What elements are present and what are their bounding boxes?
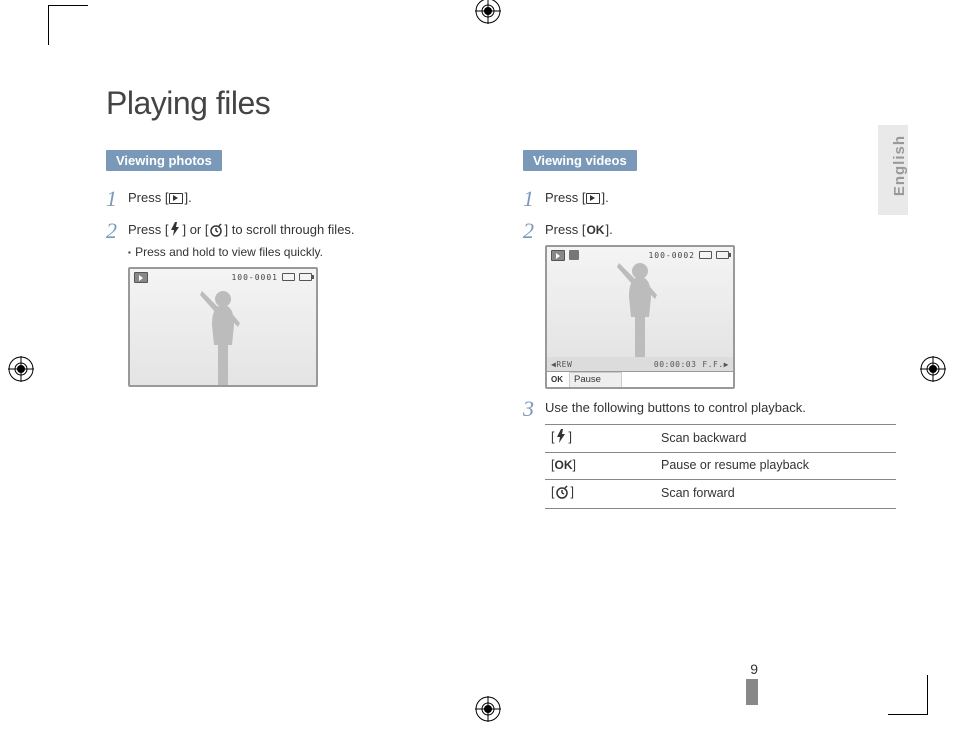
step-text: Press []. (128, 187, 479, 211)
page-content: Playing files Viewing photos 1 Press [].… (106, 85, 896, 517)
step-subtext: Press and hold to view files quickly. (128, 244, 479, 261)
control-icon-cell: [] (545, 479, 655, 509)
page-title: Playing files (106, 85, 896, 122)
time-counter: 00:00:03 (654, 359, 697, 370)
ok-label: OK (551, 374, 563, 385)
ff-arrow-icon: ▶ (724, 359, 729, 370)
movie-icon (569, 250, 579, 260)
step-number: 1 (523, 187, 545, 211)
rew-label: REW (556, 359, 572, 370)
step-number: 1 (106, 187, 128, 211)
photo-screen-mockup: 100-0001 (128, 267, 318, 387)
storage-icon (699, 251, 712, 259)
control-desc: Scan backward (655, 424, 896, 453)
photos-header: Viewing photos (106, 150, 222, 171)
control-icon-cell: [OK] (545, 453, 655, 480)
step-number: 2 (106, 219, 128, 387)
step-number: 3 (523, 397, 545, 509)
control-desc: Pause or resume playback (655, 453, 896, 480)
registration-mark-bottom (475, 696, 501, 722)
video-screen-mockup: 100-0002 (545, 245, 735, 389)
person-silhouette-icon (188, 285, 258, 385)
videos-header: Viewing videos (523, 150, 637, 171)
control-icon-cell: [] (545, 424, 655, 453)
control-desc: Scan forward (655, 479, 896, 509)
file-counter: 100-0001 (231, 272, 278, 283)
registration-mark-top (475, 0, 501, 24)
battery-icon (299, 273, 312, 281)
playback-icon (169, 193, 183, 204)
flash-icon (169, 222, 181, 241)
storage-icon (282, 273, 295, 281)
step-text: Press []. (545, 187, 896, 211)
playback-icon (586, 193, 600, 204)
manual-page: English Playing files Viewing photos 1 P… (48, 5, 928, 715)
mode-play-icon (134, 272, 148, 283)
flash-icon (555, 429, 567, 449)
step-text: Press [] or [] to scroll through files. … (128, 219, 479, 387)
mode-play-icon (551, 250, 565, 261)
page-number: 9 (750, 661, 758, 677)
table-row: [OK] Pause or resume playback (545, 453, 896, 480)
timer-icon (209, 223, 223, 242)
step-text: Use the following buttons to control pla… (545, 397, 896, 509)
step-text: Press [OK]. 100-0002 (545, 219, 896, 389)
crop-mark-top-left (48, 5, 88, 45)
viewing-photos-section: Viewing photos 1 Press []. 2 Press [] or… (106, 150, 479, 517)
ff-label: F.F. (702, 359, 723, 370)
ok-icon: OK (554, 457, 572, 474)
step-number: 2 (523, 219, 545, 389)
battery-icon (716, 251, 729, 259)
crop-mark-bottom-right (888, 675, 928, 715)
person-silhouette-icon (605, 263, 675, 357)
page-number-bar (746, 679, 758, 705)
file-counter: 100-0002 (648, 250, 695, 261)
registration-mark-left (8, 356, 34, 382)
ok-icon: OK (586, 222, 604, 239)
controls-table: [] Scan backward [OK] Pause or resume pl… (545, 424, 896, 510)
pause-label: Pause (569, 372, 622, 387)
table-row: [] Scan backward (545, 424, 896, 453)
table-row: [] Scan forward (545, 479, 896, 509)
viewing-videos-section: Viewing videos 1 Press []. 2 Press [OK]. (523, 150, 896, 517)
timer-icon (555, 485, 569, 505)
